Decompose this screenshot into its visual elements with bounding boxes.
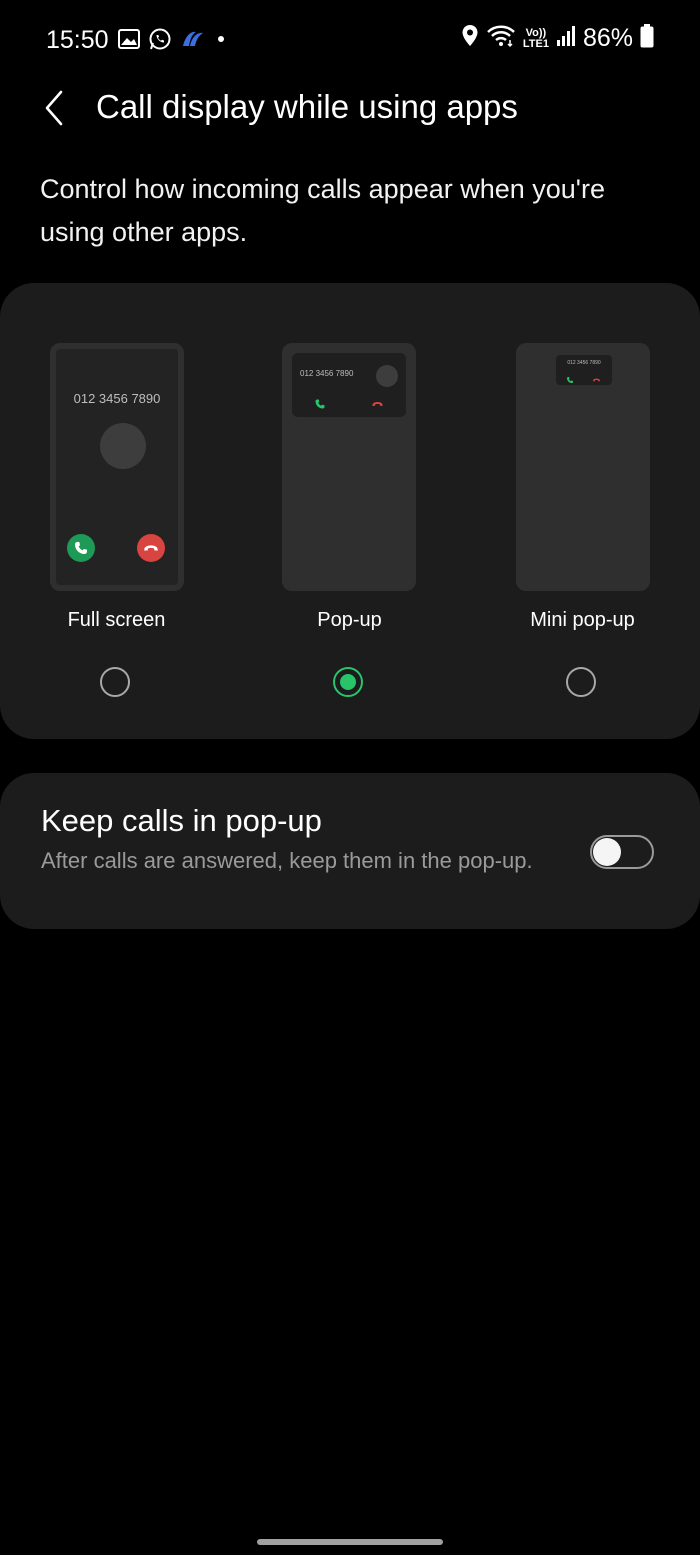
back-button[interactable] [34, 84, 74, 132]
preview-number: 012 3456 7890 [300, 369, 354, 378]
location-icon [461, 24, 479, 53]
call-display-options-card: 012 3456 7890 Full screen 012 3456 7890 [0, 283, 700, 739]
answer-call-icon [67, 534, 95, 562]
page-description: Control how incoming calls appear when y… [40, 174, 605, 247]
volte-bottom-text: LTE1 [522, 37, 549, 50]
option-label: Full screen [67, 609, 166, 631]
answer-call-icon [314, 397, 326, 415]
option-full-screen[interactable]: 012 3456 7890 Full screen [0, 283, 233, 739]
wifi-icon [486, 24, 516, 53]
setting-subtitle: After calls are answered, keep them in t… [41, 848, 533, 873]
battery-percent: 86% [582, 24, 633, 52]
radio-pop-up[interactable] [333, 667, 363, 697]
keep-calls-toggle[interactable] [590, 835, 654, 869]
status-time: 15:50 [46, 26, 109, 54]
keep-calls-setting[interactable]: Keep calls in pop-up After calls are ans… [0, 773, 700, 929]
signal-icon [556, 25, 576, 52]
volte-icon: Vo)) LTE1 [522, 27, 549, 50]
option-pop-up[interactable]: 012 3456 7890 Pop-up [233, 283, 466, 739]
status-bar: 15:50 Vo)) LTE1 86% [0, 0, 700, 80]
option-mini-pop-up[interactable]: 012 3456 7890 Mini pop-up [466, 283, 699, 739]
preview-number: 012 3456 7890 [567, 360, 601, 366]
whatsapp-icon [148, 27, 172, 56]
status-left-icons [118, 27, 228, 56]
radio-full-screen[interactable] [100, 667, 130, 697]
decline-call-icon [592, 371, 601, 389]
avatar [100, 423, 146, 469]
toggle-knob [593, 838, 621, 866]
battery-icon [640, 24, 654, 53]
pop-up-preview: 012 3456 7890 [282, 343, 416, 591]
home-indicator[interactable] [257, 1539, 443, 1545]
answer-call-icon [566, 371, 574, 389]
radio-mini-pop-up[interactable] [566, 667, 596, 697]
mini-pop-up-preview: 012 3456 7890 [516, 343, 650, 591]
mini-pop-up-box: 012 3456 7890 [556, 355, 612, 385]
page-title: Call display while using apps [96, 88, 518, 125]
dot-icon [214, 32, 228, 51]
pop-up-box: 012 3456 7890 [292, 353, 406, 417]
option-label: Pop-up [317, 609, 382, 631]
decline-call-icon [371, 397, 384, 415]
header: Call display while using apps [0, 78, 700, 138]
avatar [376, 365, 398, 387]
preview-number: 012 3456 7890 [73, 391, 161, 406]
gallery-icon [118, 29, 140, 54]
option-label: Mini pop-up [530, 609, 635, 631]
full-screen-preview: 012 3456 7890 [50, 343, 184, 591]
decline-call-icon [137, 534, 165, 562]
setting-title: Keep calls in pop-up [41, 803, 322, 838]
app-notification-icon [180, 28, 206, 55]
status-right-icons: Vo)) LTE1 86% [461, 24, 654, 53]
chevron-left-icon [45, 90, 63, 126]
